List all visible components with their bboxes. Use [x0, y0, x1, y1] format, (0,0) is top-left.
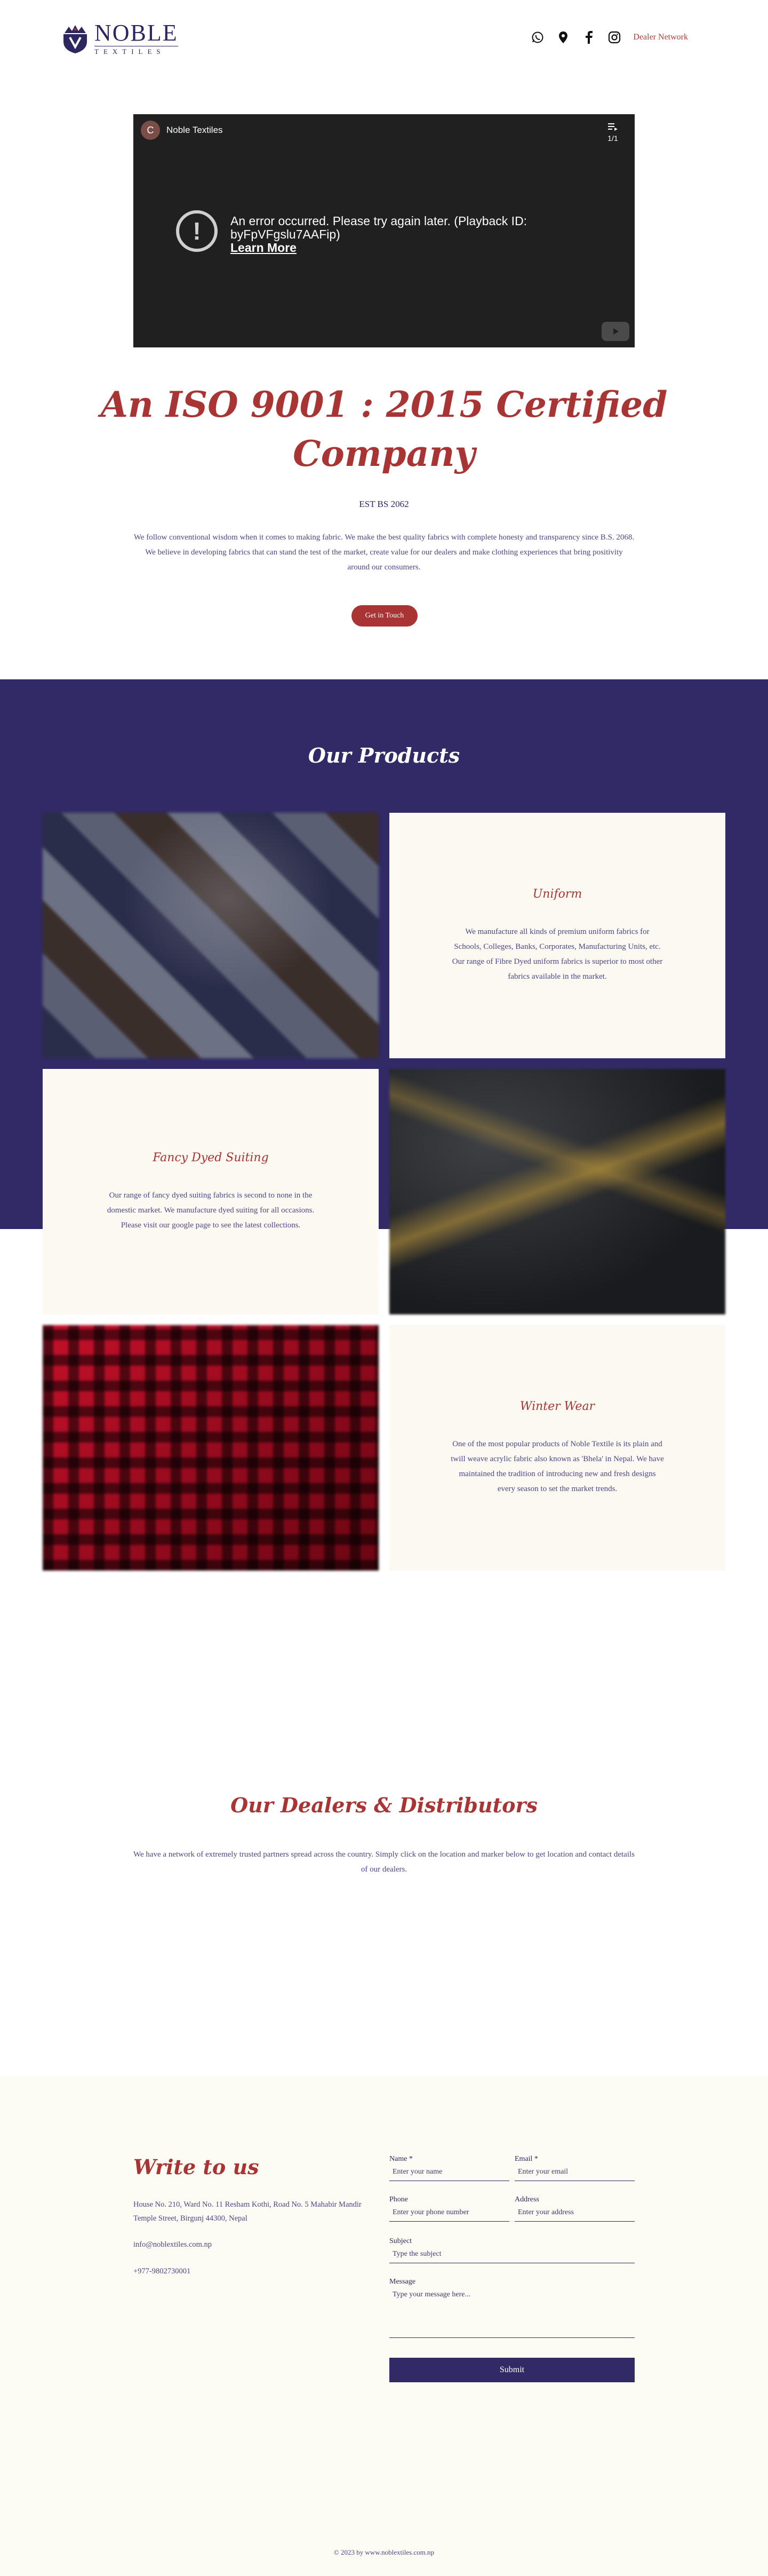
- message-textarea[interactable]: [389, 2286, 635, 2338]
- message-label: Message: [389, 2278, 415, 2286]
- product-card-winter-wear: Winter Wear One of the most popular prod…: [389, 1325, 725, 1571]
- subject-input[interactable]: [389, 2246, 635, 2263]
- hero-description: We follow conventional wisdom when it co…: [133, 533, 635, 572]
- footer-copyright: © 2023 by www.noblextiles.com.np: [333, 2548, 435, 2556]
- hero-title: An ISO 9001 : 2015 Certified Company: [100, 384, 668, 474]
- email-field: Email *: [515, 2155, 635, 2181]
- dealers-title: Our Dealers & Distributors: [230, 1793, 538, 1817]
- submit-button[interactable]: Submit: [389, 2358, 635, 2382]
- email-input[interactable]: [515, 2163, 635, 2181]
- name-input[interactable]: [389, 2163, 509, 2181]
- email-label: Email *: [515, 2155, 538, 2163]
- contact-email[interactable]: info@noblextiles.com.np: [133, 2238, 212, 2252]
- product-description: Our range of fancy dyed suiting fabrics …: [107, 1191, 315, 1230]
- google-page-text: Look for our latest collection on Our Go…: [302, 1635, 466, 1643]
- error-icon: !: [176, 210, 218, 252]
- name-label: Name *: [389, 2155, 413, 2163]
- location-pin-icon[interactable]: [556, 30, 570, 44]
- brand-name: NOBLE: [94, 20, 178, 46]
- site-header: NOBLE TEXTILES Dealer Network: [0, 0, 768, 80]
- name-field: Name *: [389, 2155, 509, 2181]
- product-name: Winter Wear: [519, 1399, 595, 1413]
- established-text: EST BS 2062: [359, 499, 409, 509]
- brand-subtitle: TEXTILES: [94, 46, 178, 56]
- crown-shield-icon: [63, 25, 87, 53]
- contact-title: Write to us: [133, 2155, 259, 2179]
- product-description: We manufacture all kinds of premium unif…: [452, 927, 663, 981]
- winter-wear-fabric-image: [43, 1325, 379, 1571]
- phone-field: Phone: [389, 2195, 509, 2222]
- address-input[interactable]: [515, 2204, 635, 2222]
- learn-more-link[interactable]: Learn More: [230, 241, 529, 255]
- uniform-fabric-image: [43, 813, 379, 1058]
- instagram-icon[interactable]: [607, 30, 621, 44]
- playlist-icon: [608, 123, 618, 131]
- video-player[interactable]: C Noble Textiles 1/1 ! An error occurred…: [133, 114, 635, 347]
- click-here-link[interactable]: Click Here!: [355, 1677, 413, 1686]
- product-description: One of the most popular products of Nobl…: [451, 1439, 664, 1493]
- error-message: An error occurred. Please try again late…: [230, 214, 527, 241]
- product-name: Fancy Dyed Suiting: [153, 1151, 269, 1164]
- product-card-uniform: Uniform We manufacture all kinds of prem…: [389, 813, 725, 1058]
- product-name: Uniform: [532, 887, 582, 901]
- video-error: ! An error occurred. Please try again la…: [176, 210, 529, 255]
- contact-section: Write to us House No. 210, Ward No. 11 R…: [0, 2076, 768, 2576]
- header-actions: Dealer Network: [531, 30, 688, 44]
- subject-label: Subject: [389, 2237, 412, 2245]
- product-card-fancy-dyed-suiting: Fancy Dyed Suiting Our range of fancy dy…: [43, 1069, 379, 1314]
- contact-phone[interactable]: +977-9802730001: [133, 2264, 190, 2278]
- youtube-icon[interactable]: [602, 322, 629, 341]
- facebook-icon[interactable]: [582, 30, 596, 44]
- suiting-fabric-image: [389, 1069, 725, 1314]
- dealer-network-link[interactable]: Dealer Network: [633, 33, 688, 42]
- message-field: Message: [389, 2278, 635, 2341]
- channel-avatar[interactable]: C: [141, 121, 160, 140]
- phone-input[interactable]: [389, 2204, 509, 2222]
- playlist-button[interactable]: 1/1: [607, 122, 619, 142]
- contact-address: House No. 210, Ward No. 11 Resham Kothi,…: [133, 2200, 362, 2223]
- phone-label: Phone: [389, 2195, 408, 2204]
- playlist-count: 1/1: [607, 134, 618, 142]
- brand-logo[interactable]: NOBLE TEXTILES: [61, 21, 178, 56]
- products-title: Our Products: [308, 743, 460, 767]
- products-section: Our Products Uniform We manufacture all …: [0, 679, 768, 1571]
- dealers-description: We have a network of extremely trusted p…: [133, 1850, 635, 1874]
- address-label: Address: [515, 2195, 539, 2204]
- subject-field: Subject: [389, 2237, 635, 2263]
- video-channel-name[interactable]: Noble Textiles: [166, 125, 223, 136]
- get-in-touch-button[interactable]: Get in Touch: [351, 605, 418, 627]
- whatsapp-icon[interactable]: [531, 30, 545, 44]
- address-field: Address: [515, 2195, 635, 2222]
